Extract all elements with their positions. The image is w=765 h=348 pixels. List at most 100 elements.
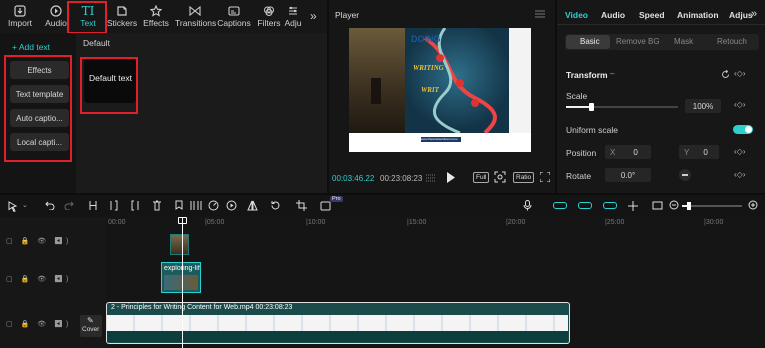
split-audio-icon[interactable] [627, 201, 639, 211]
tab-transitions-label: Transitions [175, 18, 217, 28]
tab-video[interactable]: Video [565, 10, 588, 20]
keyframe-position-icon[interactable]: ‹◇› [734, 147, 745, 156]
rotate-dial[interactable] [679, 169, 691, 181]
keyframe-rotate-icon[interactable]: ‹◇› [734, 170, 745, 179]
play-icon[interactable] [446, 172, 456, 183]
ruler-tick: |15:00 [407, 219, 427, 226]
split-left-icon[interactable] [109, 200, 119, 211]
media-toolbar: Import Audio TI Text Stickers Effects Tr… [0, 0, 327, 34]
ruler-tick: |10:00 [306, 219, 326, 226]
image-clip[interactable] [170, 234, 189, 255]
more-props-icon[interactable]: » [751, 8, 757, 20]
track-1-controls[interactable]: ▢ 🔒 👁 ◀) [6, 237, 71, 245]
section-title: Default [83, 38, 110, 48]
tab-effects-label: Effects [143, 18, 169, 28]
ruler-tick: |30:00 [704, 219, 724, 226]
ratio-button[interactable]: Ratio [513, 172, 535, 183]
select-cursor-icon[interactable] [8, 201, 18, 212]
video-preview[interactable]: WRITING WRIT DOING www.thetanetsolutions… [349, 28, 531, 152]
delete-icon[interactable] [152, 200, 162, 211]
ruler-tick: |25:00 [605, 219, 625, 226]
marker-icon[interactable] [174, 200, 184, 211]
keyframe-scale-icon[interactable]: ‹◇› [734, 100, 745, 109]
edit-cover-icon: ✎ [87, 316, 94, 325]
main-video-clip[interactable]: 2 - Principles for Writing Content for W… [106, 302, 570, 344]
zoom-slider[interactable] [682, 202, 742, 210]
highlight-default-text [80, 57, 138, 114]
y-label: Y [684, 147, 690, 157]
tab-transitions[interactable]: Transitions [175, 3, 217, 31]
tab-captions[interactable]: Captions [214, 3, 254, 31]
subtab-basic[interactable]: Basic [580, 37, 600, 46]
subtab-mask[interactable]: Mask [674, 37, 693, 46]
player-title: Player [335, 10, 360, 20]
collapse-icon[interactable]: – [610, 69, 614, 78]
cover-button[interactable]: ✎ Cover [80, 315, 102, 337]
freeze-icon[interactable] [190, 200, 202, 211]
scale-slider-handle[interactable] [588, 103, 594, 111]
track-3-controls[interactable]: ▢ 🔒 👁 ◀) [6, 320, 71, 328]
tab-adjust-props[interactable]: Adjus [729, 10, 753, 20]
more-tabs-button[interactable]: » [310, 9, 317, 23]
text-category-panel: + Add text Effects Text template Auto ca… [0, 33, 76, 193]
mirror-icon[interactable] [247, 200, 258, 211]
captions-icon [214, 3, 254, 18]
y-value: 0 [703, 147, 708, 157]
zoom-in-icon[interactable] [748, 200, 758, 210]
text-clip[interactable]: exploring-lif [161, 262, 201, 293]
split-icon[interactable] [88, 200, 98, 211]
clip-thumbnails [107, 315, 568, 331]
library-image [349, 28, 405, 133]
add-text-button[interactable]: + Add text [12, 42, 50, 52]
ruler-tick: |05:00 [205, 219, 225, 226]
tab-captions-label: Captions [217, 18, 251, 28]
zoom-out-icon[interactable] [669, 200, 679, 210]
tab-animation[interactable]: Animation [677, 10, 719, 20]
position-x-field[interactable]: X 0 [605, 145, 651, 159]
keyframe-transform-icon[interactable]: ‹◇› [734, 69, 745, 78]
fullscreen-icon[interactable] [540, 172, 550, 182]
play-reverse-icon[interactable] [226, 200, 237, 211]
caption-sync-icon[interactable] [652, 200, 663, 211]
subtab-remove-bg[interactable]: Remove BG [616, 37, 660, 46]
full-button[interactable]: Full [473, 172, 490, 183]
link-toggle-icon[interactable] [578, 202, 592, 209]
undo-icon[interactable] [45, 200, 55, 210]
subtab-retouch[interactable]: Retouch [717, 37, 747, 46]
microphone-icon[interactable] [523, 200, 532, 211]
select-dropdown-icon[interactable]: ⌄ [22, 201, 28, 209]
uniform-scale-toggle[interactable] [733, 125, 753, 134]
uniform-scale-label: Uniform scale [566, 125, 618, 135]
rotate-icon[interactable] [270, 200, 281, 211]
tab-effects[interactable]: Effects [136, 3, 176, 31]
position-y-field[interactable]: Y 0 [679, 145, 719, 159]
scale-slider-fill [566, 106, 591, 108]
reset-icon[interactable] [721, 70, 730, 79]
track-2-controls[interactable]: ▢ 🔒 👁 ◀) [6, 275, 71, 283]
playhead[interactable] [182, 217, 183, 348]
playhead-handle[interactable] [178, 217, 187, 224]
cover-label: Cover [82, 326, 100, 333]
zoom-slider-handle[interactable] [687, 202, 691, 210]
timeline-mode-icon[interactable] [425, 172, 437, 184]
total-time: 00:23:08:23 [380, 174, 423, 183]
magnet-toggle-icon[interactable] [553, 202, 567, 209]
scale-value[interactable]: 100% [685, 99, 721, 113]
menu-icon[interactable] [535, 10, 545, 18]
preview-axis-icon[interactable] [603, 202, 617, 209]
scale-label: Scale [566, 91, 588, 101]
tab-adjust[interactable]: Adju [280, 3, 306, 31]
tab-audio-props[interactable]: Audio [601, 10, 625, 20]
scale-slider[interactable] [566, 103, 678, 111]
effects-icon [136, 3, 176, 18]
split-right-icon[interactable] [130, 200, 140, 211]
transform-title: Transform [566, 70, 608, 80]
crop-icon[interactable] [296, 200, 307, 211]
speed-icon[interactable] [208, 200, 219, 211]
redo-icon[interactable] [64, 200, 74, 210]
tab-speed[interactable]: Speed [639, 10, 665, 20]
rotate-value[interactable]: 0.0° [605, 168, 651, 182]
frame-heading: DOING [411, 34, 441, 44]
screenshot-icon[interactable] [494, 171, 506, 183]
tab-import[interactable]: Import [0, 3, 40, 31]
